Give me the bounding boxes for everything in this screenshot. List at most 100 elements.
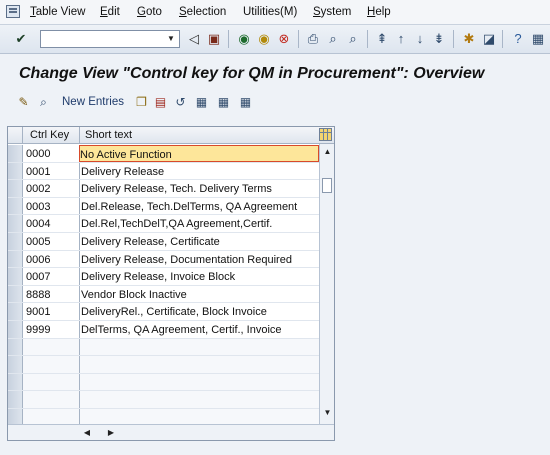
find-icon[interactable]: ⌕ (325, 31, 341, 47)
print-icon[interactable]: ⎙ (305, 31, 321, 47)
menu-selection[interactable]: Selection (179, 6, 226, 18)
short-text-cell[interactable]: Del.Release, Tech.DelTerms, QA Agreement (79, 197, 319, 215)
ctrl-key-cell (23, 373, 79, 391)
column-header-short-text[interactable]: Short text (85, 129, 132, 141)
short-text-cell[interactable]: Del.Rel,TechDelT,QA Agreement,Certif. (79, 215, 319, 232)
system-menu-icon[interactable] (6, 5, 20, 18)
row-selector[interactable] (8, 268, 23, 285)
short-text-value: DelTerms, QA Agreement, Certif., Invoice (81, 323, 282, 336)
short-text-cell[interactable]: Delivery Release, Documentation Required (79, 250, 319, 268)
row-selector[interactable] (8, 391, 23, 408)
row-selector[interactable] (8, 162, 23, 180)
row-selector[interactable] (8, 250, 23, 268)
previous-page-icon[interactable]: ↑ (393, 31, 409, 47)
table-settings-icon[interactable] (319, 128, 332, 141)
short-text-value: Del.Rel,TechDelT,QA Agreement,Certif. (81, 218, 273, 231)
command-field[interactable]: ▼ (40, 30, 180, 48)
short-text-cell[interactable]: Vendor Block Inactive (79, 285, 319, 303)
table-row[interactable]: 0001 Delivery Release (8, 162, 319, 181)
table-row[interactable]: 0007 Delivery Release, Invoice Block (8, 268, 319, 286)
menu-table-view[interactable]: Table View (30, 6, 85, 18)
ctrl-key-cell: 0001 (26, 165, 51, 178)
table-row[interactable]: 0003 Del.Release, Tech.DelTerms, QA Agree… (8, 197, 319, 216)
table-row[interactable]: 0000 No Active Function (8, 145, 319, 163)
find-next-icon[interactable]: ⌕ (345, 31, 361, 47)
table-row[interactable]: 0004 Del.Rel,TechDelT,QA Agreement,Certif… (8, 215, 319, 233)
details-icon[interactable]: ⌕ (36, 95, 51, 110)
row-selector[interactable] (8, 303, 23, 320)
menu-edit[interactable]: Edit (100, 6, 120, 18)
enter-checkmark-icon[interactable]: ✔ (13, 31, 29, 47)
command-field-dropdown-icon[interactable]: ▼ (165, 33, 177, 45)
short-text-cell[interactable] (79, 338, 319, 356)
horizontal-scrollbar[interactable]: ◀ ▶ (8, 424, 334, 440)
undo-change-icon[interactable]: ↺ (173, 95, 188, 110)
scroll-left-icon[interactable]: ◀ (82, 427, 92, 439)
select-all-column-header[interactable] (8, 127, 23, 144)
empty-table-row[interactable] (8, 373, 319, 392)
next-page-icon[interactable]: ↓ (412, 31, 428, 47)
last-page-icon[interactable]: ⇟ (431, 31, 447, 47)
short-text-cell[interactable]: No Active Function (79, 145, 319, 162)
help-icon[interactable]: ? (510, 31, 526, 47)
row-selector[interactable] (8, 356, 23, 373)
short-text-cell[interactable]: DelTerms, QA Agreement, Certif., Invoice (79, 320, 319, 338)
row-selector[interactable] (8, 145, 23, 162)
short-text-cell[interactable] (79, 356, 319, 373)
empty-table-row[interactable] (8, 356, 319, 374)
delete-icon[interactable]: ▤ (153, 95, 168, 110)
row-selector[interactable] (8, 338, 23, 356)
menu-system[interactable]: System (313, 6, 351, 18)
select-block-icon[interactable]: ▦ (216, 95, 231, 110)
display-change-icon[interactable]: ✎ (16, 95, 31, 110)
menu-utilities[interactable]: Utilities(M) (243, 6, 297, 18)
cancel-icon[interactable]: ⊗ (276, 31, 292, 47)
scroll-thumb[interactable] (322, 178, 332, 193)
short-text-cell[interactable]: Delivery Release (79, 162, 319, 180)
new-entries-button[interactable]: New Entries (62, 96, 124, 108)
table-row[interactable]: 9001 DeliveryRel., Certificate, Block Inv… (8, 303, 319, 321)
row-selector[interactable] (8, 285, 23, 303)
short-text-cell[interactable] (79, 391, 319, 408)
table-row[interactable]: 0006 Delivery Release, Documentation Requ… (8, 250, 319, 269)
short-text-cell[interactable] (79, 408, 319, 426)
save-icon[interactable]: ▣ (206, 31, 222, 47)
row-selector[interactable] (8, 215, 23, 232)
menu-help[interactable]: Help (367, 6, 391, 18)
row-selector[interactable] (8, 320, 23, 338)
create-session-icon[interactable]: ✱ (461, 31, 477, 47)
row-selector[interactable] (8, 373, 23, 391)
table-row[interactable]: 0002 Delivery Release, Tech. Delivery Ter… (8, 180, 319, 198)
row-selector[interactable] (8, 180, 23, 197)
row-selector[interactable] (8, 232, 23, 250)
scroll-down-icon[interactable]: ▼ (320, 406, 335, 420)
column-header-ctrl-key[interactable]: Ctrl Key (30, 129, 69, 141)
exit-icon[interactable]: ◉ (256, 31, 272, 47)
table-row[interactable]: 0005 Delivery Release, Certificate (8, 232, 319, 251)
copy-as-icon[interactable]: ❐ (134, 95, 149, 110)
empty-table-row[interactable] (8, 391, 319, 409)
history-back-icon[interactable]: ◁ (186, 31, 202, 47)
row-selector[interactable] (8, 197, 23, 215)
table-row[interactable]: 9999 DelTerms, QA Agreement, Certif., Inv… (8, 320, 319, 339)
empty-table-row[interactable] (8, 338, 319, 357)
scroll-up-icon[interactable]: ▲ (320, 145, 335, 159)
first-page-icon[interactable]: ⇞ (374, 31, 390, 47)
scroll-right-icon[interactable]: ▶ (106, 427, 116, 439)
table-row[interactable]: 8888 Vendor Block Inactive (8, 285, 319, 304)
short-text-cell[interactable] (79, 373, 319, 391)
short-text-cell[interactable]: Delivery Release, Certificate (79, 232, 319, 250)
shortcut-icon[interactable]: ◪ (481, 31, 497, 47)
customize-layout-icon[interactable]: ▦ (530, 31, 546, 47)
vertical-scrollbar[interactable]: ▲ ▼ (319, 144, 334, 424)
menu-goto[interactable]: Goto (137, 6, 162, 18)
column-divider[interactable] (79, 127, 80, 144)
short-text-cell[interactable]: Delivery Release, Invoice Block (79, 268, 319, 285)
short-text-cell[interactable]: DeliveryRel., Certificate, Block Invoice (79, 303, 319, 320)
row-selector[interactable] (8, 408, 23, 426)
toolbar-separator (453, 30, 454, 48)
deselect-all-icon[interactable]: ▦ (238, 95, 253, 110)
select-all-icon[interactable]: ▦ (194, 95, 209, 110)
short-text-cell[interactable]: Delivery Release, Tech. Delivery Terms (79, 180, 319, 197)
back-icon[interactable]: ◉ (236, 31, 252, 47)
